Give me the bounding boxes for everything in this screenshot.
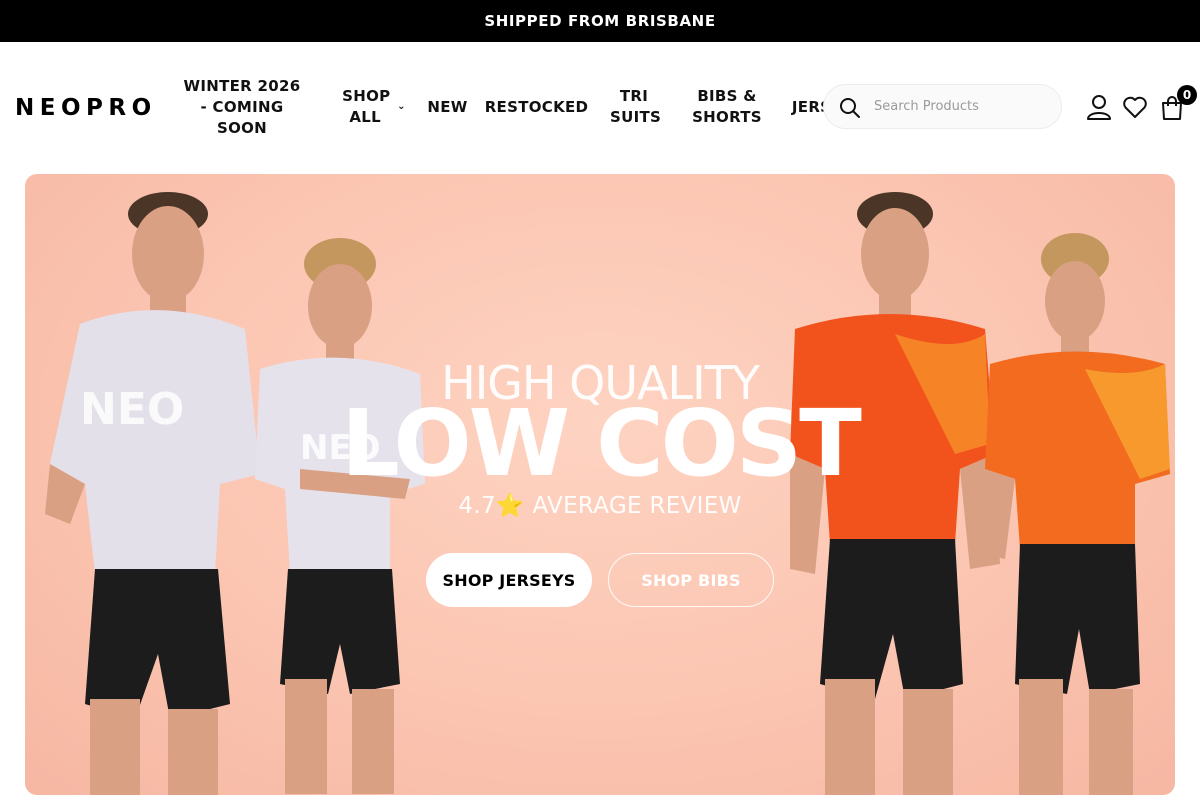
rating-value: 4.7: [458, 493, 496, 519]
nav-item-restocked[interactable]: RESTOCKED: [485, 42, 588, 172]
rating-label: AVERAGE REVIEW: [532, 493, 742, 519]
cart-count-badge: 0: [1177, 85, 1197, 105]
nav-item-tri-suits[interactable]: TRI SUITS: [604, 42, 664, 172]
shop-bibs-label: SHOP BIBS: [641, 570, 741, 590]
hero-title: LOW COST: [341, 390, 862, 497]
nav-item-bibs-shorts[interactable]: BIBS & SHORTS: [685, 42, 769, 172]
site-header: NEOPRO WINTER 2026 - COMING SOON SHOP AL…: [0, 42, 1200, 172]
shop-jerseys-button[interactable]: SHOP JERSEYS: [426, 553, 592, 607]
nav-item-label: SHOP ALL: [342, 87, 391, 126]
announcement-bar: SHIPPED FROM BRISBANE: [0, 0, 1200, 42]
search-icon[interactable]: [838, 96, 862, 120]
site-logo[interactable]: NEOPRO: [15, 95, 157, 121]
nav-item-label: TRI SUITS: [610, 87, 662, 126]
search-input[interactable]: [874, 85, 1054, 128]
nav-item-label: BIBS & SHORTS: [692, 87, 762, 126]
nav-item-new[interactable]: NEW: [425, 42, 470, 172]
hero-banner: NEO NEO HIGH QUALITY LOW COST 4.7⭐ AVERA…: [25, 174, 1175, 795]
shop-bibs-button[interactable]: SHOP BIBS: [608, 553, 774, 607]
nav-item-label: NEW: [427, 97, 468, 116]
search-box[interactable]: [823, 84, 1062, 129]
nav-item-label: WINTER 2026 - COMING SOON: [183, 76, 301, 137]
wishlist-heart-icon[interactable]: [1121, 93, 1149, 121]
announcement-text: SHIPPED FROM BRISBANE: [484, 12, 716, 30]
shop-jerseys-label: SHOP JERSEYS: [442, 570, 576, 590]
nav-item-label: RESTOCKED: [484, 97, 589, 116]
star-icon: ⭐: [495, 493, 525, 519]
nav-item-shop-all[interactable]: SHOP ALL ⌄: [338, 42, 410, 172]
chevron-down-icon: ⌄: [397, 100, 406, 112]
hero-rating: 4.7⭐ AVERAGE REVIEW: [25, 492, 1175, 519]
nav-item-winter-2026[interactable]: WINTER 2026 - COMING SOON: [180, 42, 304, 172]
account-icon[interactable]: [1085, 93, 1113, 121]
